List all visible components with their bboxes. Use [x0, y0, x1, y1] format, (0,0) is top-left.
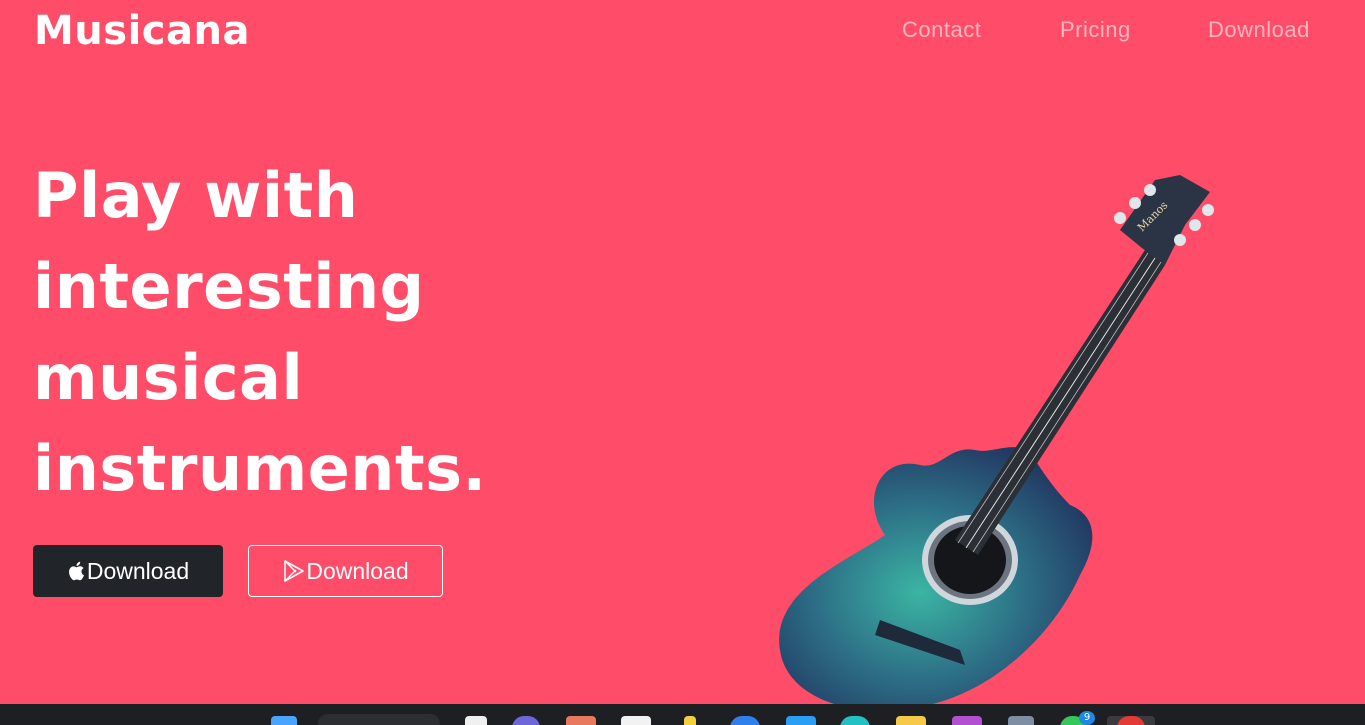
app-icon[interactable] [566, 716, 596, 725]
app-icon[interactable] [786, 716, 816, 725]
hero-title-line: instruments. [33, 432, 487, 505]
app-store-download-button[interactable]: Download [33, 545, 223, 597]
brand-logo[interactable]: Musicana [34, 8, 250, 54]
app-icon[interactable] [896, 716, 926, 725]
hero-title-line: musical [33, 341, 304, 414]
app-icon[interactable] [465, 716, 487, 725]
google-play-download-button[interactable]: Download [248, 545, 443, 597]
hero-title: Play with interesting musical instrument… [33, 150, 593, 514]
start-icon[interactable] [271, 716, 297, 725]
nav-link-pricing[interactable]: Pricing [1060, 17, 1131, 43]
hero-title-line: Play with [33, 159, 359, 232]
taskbar [0, 704, 1365, 725]
notification-badge: 9 [1079, 711, 1095, 725]
app-icon[interactable] [952, 716, 982, 725]
app-icon[interactable] [840, 716, 870, 725]
nav-link-download[interactable]: Download [1208, 17, 1310, 43]
app-icon[interactable] [512, 716, 540, 725]
button-label: Download [86, 557, 190, 584]
nav-link-contact[interactable]: Contact [902, 17, 981, 43]
app-icon[interactable] [621, 716, 651, 725]
hero-title-line: interesting [33, 250, 425, 323]
google-play-icon [282, 559, 306, 583]
app-icon[interactable] [684, 716, 696, 725]
button-label: Download [306, 557, 409, 584]
guitar-image: Manos [779, 175, 1214, 710]
navbar: Musicana Contact Pricing Download [0, 0, 1365, 70]
apple-icon [67, 560, 87, 582]
app-icon[interactable] [730, 716, 760, 725]
app-icon[interactable] [1008, 716, 1034, 725]
taskbar-search[interactable] [318, 714, 440, 725]
